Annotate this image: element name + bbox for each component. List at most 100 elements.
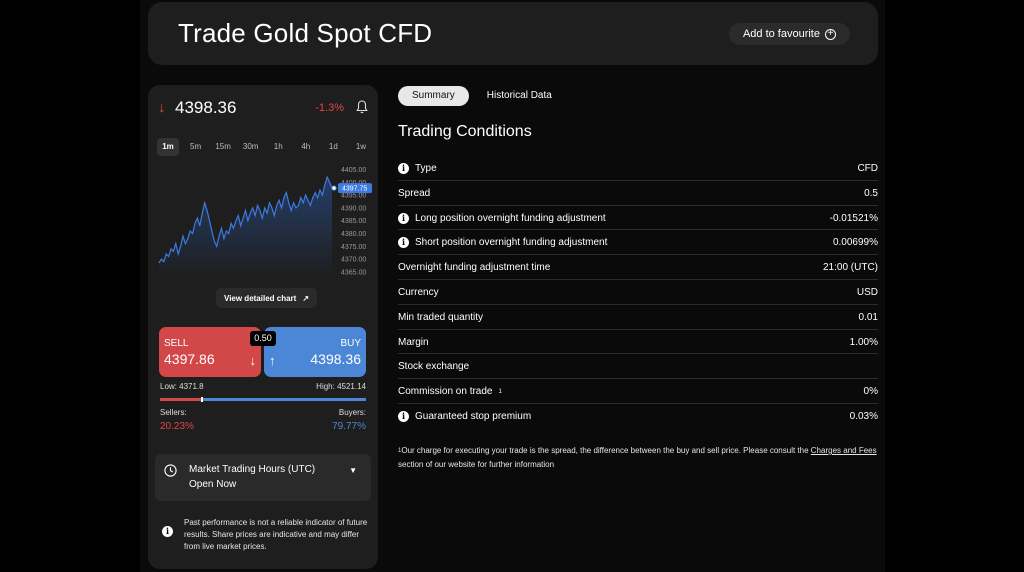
condition-label: Min traded quantity (398, 311, 484, 323)
day-low: Low: 4371.8 (160, 382, 204, 391)
condition-value: 0.5 (864, 187, 878, 199)
section-title: Trading Conditions (398, 123, 532, 140)
condition-label: Commission on trade (398, 386, 493, 398)
y-tick-label: 4380.00 (341, 231, 366, 238)
info-icon[interactable]: i (398, 237, 409, 249)
bell-icon[interactable] (356, 100, 368, 114)
condition-value: 1.00% (849, 336, 878, 348)
market-status: Open Now (189, 479, 237, 490)
condition-row: i Short position overnight funding adjust… (398, 230, 878, 256)
price-row: ↓ 4398.36 -1.3% (158, 98, 370, 118)
timeframe-selector: 1m 5m 15m 30m 1h 4h 1d 1w (157, 138, 372, 156)
condition-row: i Type CFD (398, 156, 878, 181)
market-hours-title: Market Trading Hours (UTC) (189, 464, 316, 475)
up-arrow-icon: ↑ (269, 353, 276, 368)
tab-historical-data[interactable]: Historical Data (473, 86, 566, 106)
timeframe-5m[interactable]: 5m (185, 138, 207, 156)
sentiment-marker (200, 397, 203, 402)
sell-button[interactable]: SELL 4397.86 ↓ (159, 327, 261, 377)
timeframe-4h[interactable]: 4h (295, 138, 317, 156)
condition-label-wrap: Stock exchange (398, 361, 469, 372)
add-to-favourite-label: Add to favourite (742, 28, 820, 40)
sellers-fill (160, 398, 202, 401)
condition-label-wrap: Currency (398, 287, 439, 298)
condition-label: Long position overnight funding adjustme… (415, 212, 606, 224)
condition-footnote-marker: 1 (498, 388, 502, 395)
down-arrow-icon: ↓ (249, 353, 257, 368)
buyers-value: 79.77% (332, 421, 366, 432)
info-icon[interactable]: i (398, 163, 409, 174)
condition-label-wrap: Commission on trade 1 (398, 386, 502, 397)
external-link-icon: ↗ (302, 293, 310, 303)
condition-label: Type (415, 163, 437, 174)
market-hours-dropdown[interactable]: Market Trading Hours (UTC) Open Now ▼ (155, 454, 371, 501)
clock-icon (164, 464, 177, 477)
price-chart[interactable]: 4405.004400.004395.004390.004385.004380.… (158, 161, 376, 281)
add-to-favourite-button[interactable]: Add to favourite + (728, 23, 850, 45)
chevron-down-icon: ▼ (349, 466, 357, 475)
plus-circle-icon: + (825, 28, 836, 40)
timeframe-30m[interactable]: 30m (240, 138, 262, 156)
condition-value: CFD (857, 163, 878, 174)
condition-row: Margin 1.00% (398, 330, 878, 355)
condition-row: i Guaranteed stop premium 0.03% (398, 404, 878, 429)
sell-label: SELL (164, 338, 189, 349)
last-price-dot (331, 185, 337, 191)
timeframe-1w[interactable]: 1w (350, 138, 372, 156)
day-high: High: 4521.14 (316, 382, 366, 391)
condition-label: Guaranteed stop premium (415, 410, 532, 422)
condition-row: Overnight funding adjustment time 21:00 (… (398, 255, 878, 280)
sell-price: 4397.86 (164, 351, 215, 367)
sellers-value: 20.23% (160, 421, 194, 432)
condition-value: 0% (863, 386, 878, 398)
timeframe-15m[interactable]: 15m (212, 138, 234, 156)
charges-and-fees-link[interactable]: Charges and Fees (811, 446, 877, 455)
condition-label-wrap: i Guaranteed stop premium (398, 410, 532, 422)
sellers-label: Sellers: (160, 408, 187, 417)
buy-label: BUY (340, 338, 361, 349)
info-icon[interactable]: i (398, 410, 409, 422)
condition-value: 0.01 (858, 311, 878, 323)
info-icon: i (162, 526, 173, 537)
condition-label: Margin (398, 336, 429, 348)
condition-row: Spread 0.5 (398, 181, 878, 206)
condition-row: Min traded quantity 0.01 (398, 305, 878, 330)
condition-row: i Long position overnight funding adjustm… (398, 206, 878, 231)
condition-label-wrap: Spread (398, 188, 430, 199)
price-change: -1.3% (315, 102, 344, 114)
timeframe-1m[interactable]: 1m (157, 138, 179, 156)
condition-value: -0.01521% (829, 212, 878, 224)
buy-button[interactable]: BUY 4398.36 ↑ (264, 327, 366, 377)
price-area (159, 177, 332, 277)
footnote-text: Our charge for executing your trade is t… (401, 446, 811, 455)
condition-row: Stock exchange (398, 354, 878, 380)
sentiment-bar (160, 397, 366, 402)
page-title: Trade Gold Spot CFD (178, 18, 433, 48)
view-detailed-chart-button[interactable]: View detailed chart ↗ (216, 288, 318, 308)
footnote: 1Our charge for executing your trade is … (398, 444, 878, 472)
instrument-panel: ↓ 4398.36 -1.3% 1m 5m 15m 30m 1h 4h 1d 1w 4405.… (148, 85, 378, 569)
condition-label: Spread (398, 187, 431, 199)
tab-summary[interactable]: Summary (398, 86, 469, 106)
condition-value: 0.03% (849, 410, 878, 422)
condition-label-wrap: i Type (398, 163, 437, 174)
current-price-label: 4397.75 (342, 186, 367, 193)
view-detailed-chart-label: View detailed chart (224, 293, 297, 303)
timeframe-1h[interactable]: 1h (267, 138, 289, 156)
info-icon[interactable]: i (398, 212, 409, 224)
timeframe-1d[interactable]: 1d (322, 138, 344, 156)
condition-label: Overnight funding adjustment time (398, 262, 551, 274)
y-tick-label: 4370.00 (341, 257, 366, 264)
condition-label-wrap: i Long position overnight funding adjustm… (398, 212, 606, 224)
buyers-label: Buyers: (338, 408, 366, 417)
footnote-text-end: section of our website for further infor… (398, 460, 555, 469)
condition-label: Currency (398, 286, 439, 298)
trading-conditions-table: i Type CFD Spread 0.5 i Long position overnigh… (398, 156, 878, 429)
condition-label-wrap: Min traded quantity (398, 312, 483, 323)
condition-label-wrap: Overnight funding adjustment time (398, 262, 550, 273)
condition-label-wrap: i Short position overnight funding adjust… (398, 237, 608, 249)
y-tick-label: 4375.00 (341, 244, 366, 251)
condition-label: Stock exchange (398, 361, 470, 373)
buy-price: 4398.36 (310, 351, 361, 367)
condition-label: Short position overnight funding adjustm… (415, 237, 608, 249)
